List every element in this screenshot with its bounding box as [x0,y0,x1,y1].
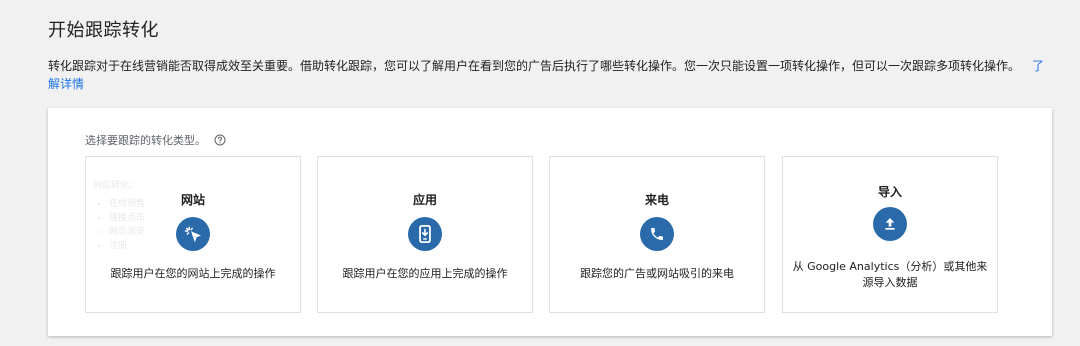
import-card-title: 导入 [877,185,902,199]
website-card-title: 网站 [180,193,205,207]
help-circle-icon[interactable] [214,134,226,146]
page-title: 开始跟踪转化 [48,20,159,41]
phone-icon [640,217,674,251]
website-conversion-card[interactable]: 网站转化： 在线销售 链接点击 网页浏览 注册 网站 跟踪用户在您的网站上完成的… [85,156,301,313]
call-card-description: 跟踪您的广告或网站吸引的来电 [580,267,734,280]
prompt-label: 选择要跟踪的转化类型。 [85,134,206,147]
conversion-type-panel: 选择要跟踪的转化类型。 网站转化： 在线销售 链接点击 网页浏览 注册 网站 跟… [48,108,1052,336]
mobile-app-icon [408,217,442,251]
app-card-description: 跟踪用户在您的应用上完成的操作 [342,267,508,280]
import-card-description: 从 Google Analytics（分析）或其他来源导入数据 [792,260,988,289]
intro-text: 转化跟踪对于在线营销能否取得成效至关重要。借助转化跟踪，您可以了解用户在看到您的… [48,59,1021,73]
cursor-click-icon [176,217,210,251]
app-card-title: 应用 [412,193,437,207]
call-conversion-card[interactable]: 来电 跟踪您的广告或网站吸引的来电 [549,156,765,313]
app-conversion-card[interactable]: 应用 跟踪用户在您的应用上完成的操作 [317,156,533,313]
conversion-type-prompt: 选择要跟踪的转化类型。 [85,132,226,148]
call-card-title: 来电 [644,193,669,207]
intro-description: 转化跟踪对于在线营销能否取得成效至关重要。借助转化跟踪，您可以了解用户在看到您的… [48,57,1053,93]
import-conversion-card[interactable]: 导入 从 Google Analytics（分析）或其他来源导入数据 [782,156,998,313]
website-card-description: 跟踪用户在您的网站上完成的操作 [110,267,276,280]
upload-icon [873,207,907,241]
